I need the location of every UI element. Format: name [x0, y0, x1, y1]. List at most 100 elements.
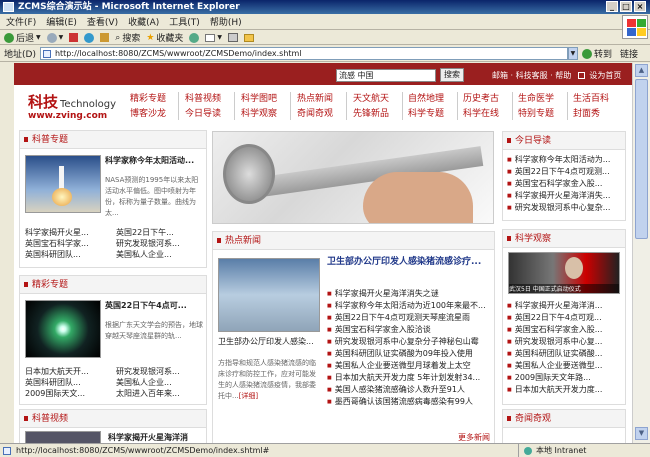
kepu-link[interactable]: 英国宝石科学家...	[25, 238, 89, 249]
vertical-scrollbar[interactable]: ▲ ▼	[632, 63, 650, 443]
address-dropdown-button[interactable]: ▼	[567, 47, 578, 60]
list-item[interactable]: 英国宝石科学家金入股...	[507, 324, 603, 336]
nav-link[interactable]: 科学专题	[408, 107, 444, 122]
mail-button[interactable]: ▼	[205, 33, 222, 42]
nav-link[interactable]: 生命医学	[518, 92, 554, 107]
links-button[interactable]: 链接	[620, 47, 638, 60]
nav-link[interactable]: 热点新闻	[297, 92, 333, 107]
jingcai-link[interactable]: 2009国际天文...	[25, 388, 89, 399]
kepu-link[interactable]: 英国22日下午...	[116, 227, 180, 238]
scroll-up-button[interactable]: ▲	[635, 64, 648, 77]
kepu-link[interactable]: 英国科研团队...	[25, 249, 89, 260]
list-item[interactable]: 科学家揭开火星海洋消失...	[507, 190, 611, 202]
nav-link[interactable]: 科学观察	[241, 107, 277, 122]
minimize-button[interactable]: _	[606, 1, 618, 12]
list-item[interactable]: 英国宝石科学家金入股...	[507, 178, 610, 190]
set-home-link[interactable]: 设为首页	[589, 71, 621, 80]
list-item[interactable]: 英国22日下午4点可观测天琴座流星雨	[327, 312, 486, 324]
print-button[interactable]	[228, 33, 239, 42]
refresh-button[interactable]	[84, 32, 95, 43]
menu-view[interactable]: 查看(V)	[87, 15, 118, 28]
jingcai-link[interactable]: 研究发现银河系...	[116, 366, 180, 377]
menu-edit[interactable]: 编辑(E)	[46, 15, 77, 28]
guancha-list: 科学家揭开火星海洋消... 英国22日下午4点可观... 英国宝石科学家金入股.…	[507, 300, 603, 396]
favorites-button[interactable]: ★ 收藏夹	[146, 31, 183, 45]
doctors-group-image[interactable]	[218, 258, 320, 332]
hot-description: 方指导和规范人感染猪流感的临床诊疗和防控工作，应对可能发生的人感染猪流感疫情，我…	[218, 359, 316, 400]
scroll-down-button[interactable]: ▼	[635, 427, 648, 440]
hero-caliper-image[interactable]	[212, 131, 494, 224]
kepu-headline[interactable]: 科学家称今年太阳活动...	[105, 155, 205, 166]
ie-icon	[3, 2, 14, 12]
nav-link[interactable]: 先锋新品	[353, 107, 389, 122]
list-item[interactable]: 英国科研团队证实磷酸...	[507, 348, 603, 360]
back-button[interactable]: 后退 ▼	[4, 31, 41, 44]
menu-tools[interactable]: 工具(T)	[169, 15, 200, 28]
video-headline[interactable]: 科学家揭开火星海洋消	[108, 432, 188, 443]
list-item[interactable]: 2009国际天文年路...	[507, 372, 602, 384]
menu-file[interactable]: 文件(F)	[6, 15, 36, 28]
detail-link[interactable]: [详细]	[239, 392, 258, 400]
more-news-link[interactable]: 更多新闻	[458, 432, 490, 443]
forward-button[interactable]: ▼	[46, 32, 63, 43]
scroll-thumb[interactable]	[635, 79, 648, 239]
list-item[interactable]: 科学家称今年太阳活动为...	[507, 154, 611, 166]
nav-link[interactable]: 生活百科	[573, 92, 609, 107]
list-item[interactable]: 研究发现银河系中心复...	[507, 336, 603, 348]
jingcai-link[interactable]: 英国科研团队...	[25, 377, 89, 388]
nav-link[interactable]: 科普视频	[185, 92, 221, 107]
close-button[interactable]: ×	[634, 1, 646, 12]
list-item[interactable]: 研究发现银河系中心复杂分子神秘包山霉	[327, 336, 486, 348]
news-photo[interactable]: 武汉5日 中国正式启动仪式	[508, 252, 620, 294]
hot-headline[interactable]: 卫生部办公厅印发人感染猪流感诊疗...	[327, 256, 487, 269]
list-item[interactable]: 英国22日下午4点可观...	[507, 312, 602, 324]
home-button[interactable]	[100, 33, 110, 42]
nav-link[interactable]: 天文航天	[353, 92, 389, 107]
search-button[interactable]: ⌕ 搜索	[115, 31, 140, 45]
nav-link[interactable]: 今日导读	[185, 107, 221, 122]
list-item[interactable]: 日本加大航天开发力度...	[507, 384, 603, 396]
nav-link[interactable]: 封面秀	[573, 107, 609, 122]
menu-favorites[interactable]: 收藏(A)	[128, 15, 159, 28]
jingcai-link[interactable]: 日本加大航天开...	[25, 366, 89, 377]
maximize-button[interactable]: □	[620, 1, 632, 12]
list-item[interactable]: 英国宝石科学家金入股洽谈	[327, 324, 486, 336]
list-item[interactable]: 墨西哥确认该国猪流感病毒感染有99人	[327, 396, 486, 408]
list-item[interactable]: 美国私人企业要送微型月球着发上太空	[327, 360, 486, 372]
stop-button[interactable]	[69, 33, 79, 42]
nav-link[interactable]: 特别专题	[518, 107, 554, 122]
list-item[interactable]: 科学家称今年太阳活动为近100年来最不...	[327, 300, 486, 312]
kepu-link[interactable]: 科学家揭开火星...	[25, 227, 89, 238]
list-item[interactable]: 美国人感染猪流感确诊人数升至91人	[327, 384, 486, 396]
list-item[interactable]: 研究发现银河系中心复杂...	[507, 202, 611, 214]
site-search-input[interactable]: 流感 中国	[336, 69, 436, 82]
nav-link[interactable]: 博客沙龙	[130, 107, 166, 122]
top-links-text[interactable]: 邮箱 · 科技客服 · 帮助	[492, 71, 571, 80]
kepu-link[interactable]: 美国私人企业...	[116, 249, 180, 260]
go-button[interactable]: 转到	[581, 47, 612, 60]
nav-link[interactable]: 奇闻奇观	[297, 107, 333, 122]
site-search-button[interactable]: 搜索	[440, 68, 464, 82]
list-item[interactable]: 英国科研团队证实磷酸为09年投入使用	[327, 348, 486, 360]
nav-link[interactable]: 精彩专题	[130, 92, 166, 107]
nav-link[interactable]: 历史考古	[463, 92, 499, 107]
site-logo[interactable]: 科技 Technology	[28, 91, 116, 112]
nav-link[interactable]: 科学在线	[463, 107, 499, 122]
list-item[interactable]: 科学家揭开火星海洋消失之谜	[327, 288, 486, 300]
history-button[interactable]	[189, 32, 200, 43]
list-item[interactable]: 美国私人企业要送微型...	[507, 360, 603, 372]
nav-link[interactable]: 自然地理	[408, 92, 444, 107]
list-item[interactable]: 科学家揭开火星海洋消...	[507, 300, 603, 312]
address-input[interactable]: http://localhost:8080/ZCMS/wwwroot/ZCMSD…	[39, 47, 568, 60]
jingcai-headline[interactable]: 英国22日下午4点可...	[105, 300, 205, 311]
list-item[interactable]: 英国22日下午4点可观测...	[507, 166, 610, 178]
jingcai-link[interactable]: 美国私人企业...	[116, 377, 180, 388]
hot-photo-caption[interactable]: 卫生部办公厅印发人感染...	[218, 336, 314, 347]
menu-help[interactable]: 帮助(H)	[210, 15, 242, 28]
folder-button[interactable]	[244, 33, 255, 42]
kepu-link[interactable]: 研究发现银河系...	[116, 238, 180, 249]
video-thumbnail[interactable]	[25, 431, 101, 443]
list-item[interactable]: 日本加大航天开发力度 5年计划发射34...	[327, 372, 486, 384]
nav-link[interactable]: 科学图吧	[241, 92, 277, 107]
jingcai-link[interactable]: 太阳进入百年来...	[116, 388, 180, 399]
